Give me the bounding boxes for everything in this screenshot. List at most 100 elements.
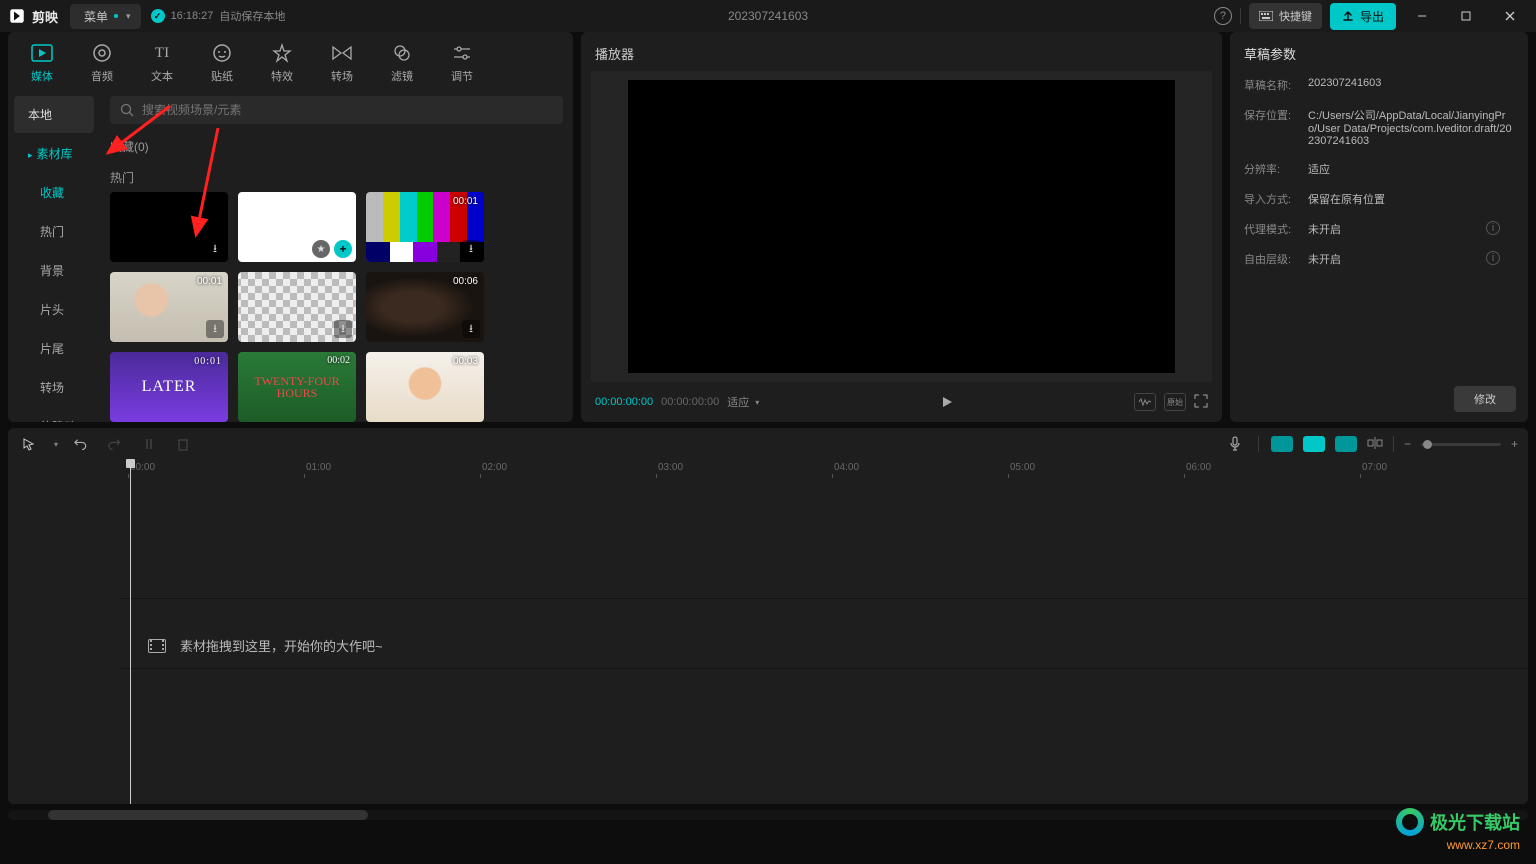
download-icon[interactable]: ⭳ [206, 320, 224, 338]
horizontal-scrollbar[interactable] [8, 810, 1528, 820]
minimize-button[interactable] [1404, 4, 1440, 28]
shortcut-button[interactable]: 快捷键 [1249, 3, 1322, 29]
maximize-button[interactable] [1448, 4, 1484, 28]
download-icon[interactable]: ⭳ [334, 320, 352, 338]
info-icon[interactable]: i [1486, 221, 1500, 235]
draft-res-label: 分辨率: [1244, 161, 1308, 177]
tab-adjust[interactable]: 调节 [438, 40, 486, 90]
thumb-twentyfour[interactable]: TWENTY-FOUR HOURS00:02 [238, 352, 356, 422]
thumb-grid: ⭳ ★+ 00:01⭳ 00:01⭳ ⭳ 00:06⭳ LATER00:01 T… [110, 192, 563, 422]
player-canvas[interactable] [591, 71, 1212, 382]
play-button[interactable] [935, 390, 959, 414]
tab-text[interactable]: TI文本 [138, 40, 186, 90]
tab-filter[interactable]: 滤镜 [378, 40, 426, 90]
thumb-later[interactable]: LATER00:01 [110, 352, 228, 422]
thumb-white[interactable]: ★+ [238, 192, 356, 262]
info-icon[interactable]: i [1486, 251, 1500, 265]
search-input[interactable] [142, 103, 553, 117]
draft-path-label: 保存位置: [1244, 107, 1308, 147]
thumb-transparent[interactable]: ⭳ [238, 272, 356, 342]
zoom-in-icon[interactable]: + [1511, 437, 1518, 451]
mic-icon[interactable] [1224, 433, 1246, 455]
media-sidebar: 本地 素材库 收藏 热门 背景 片头 片尾 转场 故障动画 空镜 [8, 90, 100, 422]
add-icon[interactable]: + [334, 240, 352, 258]
ruler-tick: 04:00 [834, 462, 859, 473]
video-frame [628, 80, 1174, 372]
tab-audio[interactable]: 音频 [78, 40, 126, 90]
tab-transition[interactable]: 转场 [318, 40, 366, 90]
snap-tool-3[interactable] [1335, 436, 1357, 452]
tab-effects[interactable]: 特效 [258, 40, 306, 90]
tab-media[interactable]: 媒体 [18, 40, 66, 90]
waveform-icon[interactable] [1134, 393, 1156, 411]
thumb-ape[interactable]: 00:06⭳ [366, 272, 484, 342]
playhead[interactable] [130, 460, 131, 804]
watermark-logo-icon [1396, 808, 1424, 836]
align-icon[interactable] [1367, 436, 1383, 453]
chevron-down-icon: ▾ [126, 11, 131, 22]
slider-knob[interactable] [1423, 440, 1432, 449]
sidebar-item-glitch[interactable]: 故障动画 [14, 408, 94, 422]
app-name: 剪映 [32, 7, 58, 26]
track-separator [120, 598, 1528, 599]
sidebar-item-local[interactable]: 本地 [14, 96, 94, 133]
tab-sticker[interactable]: 贴纸 [198, 40, 246, 90]
media-tabs: 媒体 音频 TI文本 贴纸 特效 转场 滤镜 调节 [8, 32, 573, 90]
sidebar-item-background[interactable]: 背景 [14, 252, 94, 289]
watermark-url: www.xz7.com [1447, 838, 1520, 852]
thumb-black[interactable]: ⭳ [110, 192, 228, 262]
download-icon[interactable]: ⭳ [462, 240, 480, 258]
redo-button[interactable] [104, 433, 126, 455]
menu-button[interactable]: 菜单 ▾ [70, 4, 141, 29]
download-icon[interactable]: ⭳ [462, 320, 480, 338]
timeline-hint-text: 素材拖拽到这里，开始你的大作吧~ [180, 636, 383, 655]
divider [1258, 436, 1259, 452]
sidebar-item-ending[interactable]: 片尾 [14, 330, 94, 367]
sidebar-item-opening[interactable]: 片头 [14, 291, 94, 328]
draft-import-value: 保留在原有位置 [1308, 191, 1514, 207]
search-box[interactable] [110, 96, 563, 124]
fullscreen-icon[interactable] [1194, 394, 1208, 411]
thumb-person[interactable]: 00:01⭳ [110, 272, 228, 342]
transition-icon [331, 42, 353, 64]
timeline-ruler[interactable]: 00:00 01:00 02:00 03:00 04:00 05:00 06:0… [8, 460, 1528, 478]
zoom-out-icon[interactable]: − [1404, 437, 1411, 451]
modify-button[interactable]: 修改 [1454, 386, 1516, 412]
ruler-tick: 01:00 [306, 462, 331, 473]
watermark: 极光下载站 [1396, 808, 1520, 836]
thumb-person2[interactable]: 00:03 [366, 352, 484, 422]
autosave-status: ✓ 16:18:27 自动保存本地 [151, 8, 286, 24]
download-icon[interactable]: ⭳ [206, 240, 224, 258]
zoom-slider[interactable] [1421, 443, 1501, 446]
sidebar-item-hot[interactable]: 热门 [14, 213, 94, 250]
sidebar-item-transition[interactable]: 转场 [14, 369, 94, 406]
section-favorites: 收藏(0) [110, 130, 563, 161]
close-button[interactable] [1492, 4, 1528, 28]
thumb-colorbars[interactable]: 00:01⭳ [366, 192, 484, 262]
menu-dot-icon [114, 14, 118, 18]
draft-import-label: 导入方式: [1244, 191, 1308, 207]
export-label: 导出 [1360, 8, 1384, 25]
timeline-body[interactable]: 素材拖拽到这里，开始你的大作吧~ [8, 478, 1528, 804]
snap-tool-1[interactable] [1271, 436, 1293, 452]
scale-selector[interactable]: 适应▾ [727, 394, 759, 410]
watermark-text: 极光下载站 [1430, 809, 1520, 835]
split-tool[interactable] [138, 433, 160, 455]
cursor-tool[interactable] [18, 433, 40, 455]
effects-icon [271, 42, 293, 64]
sticker-icon [211, 42, 233, 64]
player-controls: 00:00:00:00 00:00:00:00 适应▾ 原始 [591, 388, 1212, 416]
export-icon [1342, 10, 1354, 22]
chevron-down-icon[interactable]: ▾ [54, 440, 58, 449]
undo-button[interactable] [70, 433, 92, 455]
chevron-down-icon: ▾ [755, 398, 759, 407]
snap-tool-2[interactable] [1303, 436, 1325, 452]
sidebar-item-library[interactable]: 素材库 [14, 135, 94, 172]
export-button[interactable]: 导出 [1330, 3, 1396, 30]
ratio-icon[interactable]: 原始 [1164, 393, 1186, 411]
sidebar-item-favorites[interactable]: 收藏 [14, 174, 94, 211]
favorite-icon[interactable]: ★ [312, 240, 330, 258]
scrollbar-thumb[interactable] [48, 810, 368, 820]
delete-tool[interactable] [172, 433, 194, 455]
help-icon[interactable]: ? [1214, 7, 1232, 25]
